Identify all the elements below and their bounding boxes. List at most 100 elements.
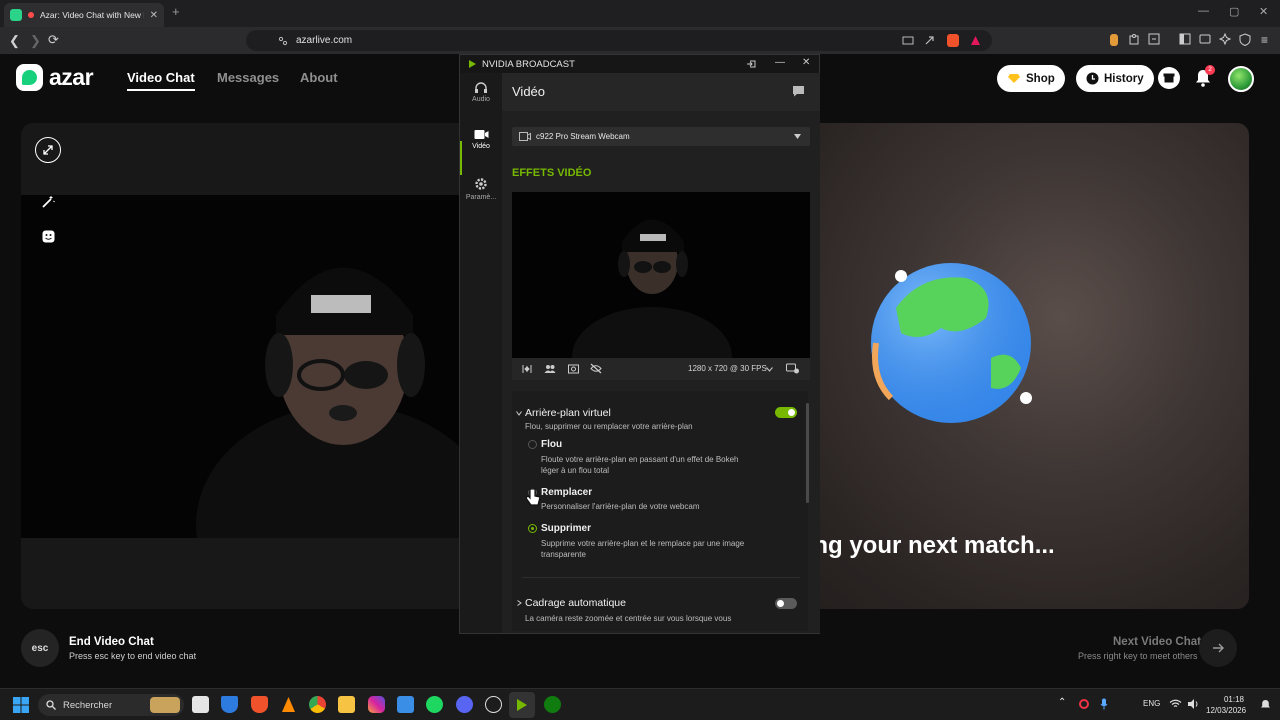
nvidia-taskbar-item[interactable] xyxy=(509,692,535,718)
tray-overflow-icon[interactable]: ⌃ xyxy=(1058,697,1066,708)
preview-person-image xyxy=(572,219,732,358)
microphone-icon[interactable] xyxy=(1100,698,1108,710)
taskbar-clock[interactable]: 01:18 12/03/2026 xyxy=(1206,694,1246,716)
option-flou-desc-2: léger à un flou total xyxy=(541,466,610,475)
hide-preview-icon[interactable] xyxy=(590,363,602,374)
nav-video-chat[interactable]: Video Chat xyxy=(127,70,195,85)
nvidia-sidebar: Audio Vidéo Paramè... xyxy=(460,73,502,633)
forward-icon[interactable]: ❯ xyxy=(30,33,41,49)
share-icon[interactable] xyxy=(924,35,935,46)
new-tab-button[interactable]: + xyxy=(172,4,180,19)
instagram-icon[interactable] xyxy=(368,696,385,713)
sidebar-toggle-icon[interactable] xyxy=(1179,33,1191,45)
virtual-background-toggle[interactable] xyxy=(775,407,797,418)
microsoft-store-icon[interactable] xyxy=(397,696,414,713)
shop-button[interactable]: Shop xyxy=(997,65,1065,92)
people-icon[interactable] xyxy=(544,364,556,374)
vpn-shield-icon[interactable] xyxy=(1239,33,1251,46)
esc-button[interactable]: esc xyxy=(21,629,59,667)
resolution-chevron-icon xyxy=(766,367,773,372)
expand-button[interactable] xyxy=(35,137,61,163)
nav-about[interactable]: About xyxy=(300,70,338,85)
sidebar-item-video[interactable]: Vidéo xyxy=(460,129,502,150)
window-minimize-button[interactable]: — xyxy=(1198,5,1209,17)
nvidia-logo-icon xyxy=(469,60,476,68)
snapshot-icon[interactable] xyxy=(568,363,579,374)
language-indicator[interactable]: ENG xyxy=(1143,699,1160,708)
puzzle-icon[interactable] xyxy=(1128,33,1140,46)
sign-in-icon[interactable] xyxy=(746,59,756,69)
nvidia-header: Vidéo xyxy=(502,73,820,111)
effect-auto-frame-desc: La caméra reste zoomée et centrée sur vo… xyxy=(525,614,732,623)
back-icon[interactable]: ❮ xyxy=(9,33,20,49)
next-video-chat-button[interactable] xyxy=(1199,629,1237,667)
address-bar[interactable]: azarlive.com xyxy=(246,30,992,51)
history-button[interactable]: History xyxy=(1076,65,1154,92)
nvidia-titlebar: NVIDIA BROADCAST — ✕ xyxy=(460,55,819,73)
radio-flou[interactable] xyxy=(528,440,537,449)
file-explorer-icon[interactable] xyxy=(338,696,355,713)
sidebar-label-settings: Paramè... xyxy=(465,194,497,201)
windows-taskbar: Rechercher ⌃ ENG 01:18 12/03/2026 xyxy=(0,688,1280,720)
volume-icon[interactable] xyxy=(1187,698,1200,710)
menu-icon[interactable]: ≡ xyxy=(1261,33,1268,47)
wallet-icon[interactable] xyxy=(1199,33,1211,45)
mirror-icon[interactable] xyxy=(522,364,532,374)
site-settings-icon[interactable] xyxy=(278,36,288,46)
vlc-icon[interactable] xyxy=(280,696,297,713)
extension-icon[interactable] xyxy=(1110,34,1118,46)
spotify-icon[interactable] xyxy=(426,696,443,713)
camera-settings-icon[interactable] xyxy=(786,363,800,374)
obs-icon[interactable] xyxy=(485,696,502,713)
expand-chevron-icon[interactable] xyxy=(517,600,522,606)
sticker-button[interactable] xyxy=(35,223,61,249)
wifi-icon[interactable] xyxy=(1169,699,1182,709)
nvidia-broadcast-window: NVIDIA BROADCAST — ✕ Audio Vidéo Paramè.… xyxy=(459,54,820,634)
windows-start-icon[interactable] xyxy=(13,697,29,713)
extension-box-icon[interactable] xyxy=(1148,33,1160,45)
taskbar-search[interactable]: Rechercher xyxy=(38,694,184,716)
webcam-device-select[interactable]: c922 Pro Stream Webcam xyxy=(512,127,810,146)
profile-avatar[interactable] xyxy=(1228,66,1254,92)
collapse-chevron-icon[interactable] xyxy=(516,411,522,416)
cast-icon[interactable] xyxy=(902,36,914,46)
window-close-button[interactable]: ✕ xyxy=(1259,5,1268,18)
xbox-icon[interactable] xyxy=(544,696,561,713)
notification-center-icon[interactable] xyxy=(1260,699,1271,710)
globe-icon xyxy=(871,263,1032,423)
inbox-button[interactable] xyxy=(1158,67,1180,89)
tab-close-button[interactable]: ✕ xyxy=(150,10,158,21)
sidebar-item-audio[interactable]: Audio xyxy=(460,81,502,103)
chrome-icon[interactable] xyxy=(309,696,326,713)
effects-button[interactable] xyxy=(35,189,61,215)
reload-icon[interactable]: ⟳ xyxy=(48,32,59,48)
brave-rewards-icon[interactable] xyxy=(970,35,981,46)
option-supprimer-desc-2: transparente xyxy=(541,550,586,559)
sidebar-item-settings[interactable]: Paramè... xyxy=(460,177,502,201)
resolution-select[interactable]: 1280 x 720 @ 30 FPS xyxy=(688,364,767,373)
option-flou-desc-1: Floute votre arrière-plan en passant d'u… xyxy=(541,455,739,464)
leo-ai-icon[interactable] xyxy=(1219,33,1231,45)
sidebar-label-video: Vidéo xyxy=(472,143,490,150)
tray-app-icon[interactable] xyxy=(1079,699,1089,709)
task-view-icon[interactable] xyxy=(192,696,209,713)
defender-icon[interactable] xyxy=(221,696,238,713)
nvidia-close-button[interactable]: ✕ xyxy=(802,57,810,68)
panel-scrollbar[interactable] xyxy=(806,403,809,503)
nav-messages[interactable]: Messages xyxy=(217,70,279,85)
feedback-icon[interactable] xyxy=(792,85,805,97)
brave-shields-icon[interactable] xyxy=(947,34,959,47)
radio-supprimer[interactable] xyxy=(528,524,537,533)
azar-logo[interactable]: azar xyxy=(16,64,94,91)
brave-browser-icon[interactable] xyxy=(251,696,268,713)
nvidia-minimize-button[interactable]: — xyxy=(775,57,785,68)
browser-tab-azar[interactable]: Azar: Video Chat with New Pe ✕ xyxy=(4,3,164,27)
expand-icon xyxy=(43,145,53,155)
effect-virtual-background-title: Arrière-plan virtuel xyxy=(525,407,611,419)
option-supprimer-label[interactable]: Supprimer xyxy=(541,523,591,534)
window-maximize-button[interactable]: ▢ xyxy=(1229,5,1239,18)
option-remplacer-label[interactable]: Remplacer xyxy=(541,487,592,498)
option-flou-label[interactable]: Flou xyxy=(541,439,562,450)
discord-icon[interactable] xyxy=(456,696,473,713)
auto-frame-toggle[interactable] xyxy=(775,598,797,609)
